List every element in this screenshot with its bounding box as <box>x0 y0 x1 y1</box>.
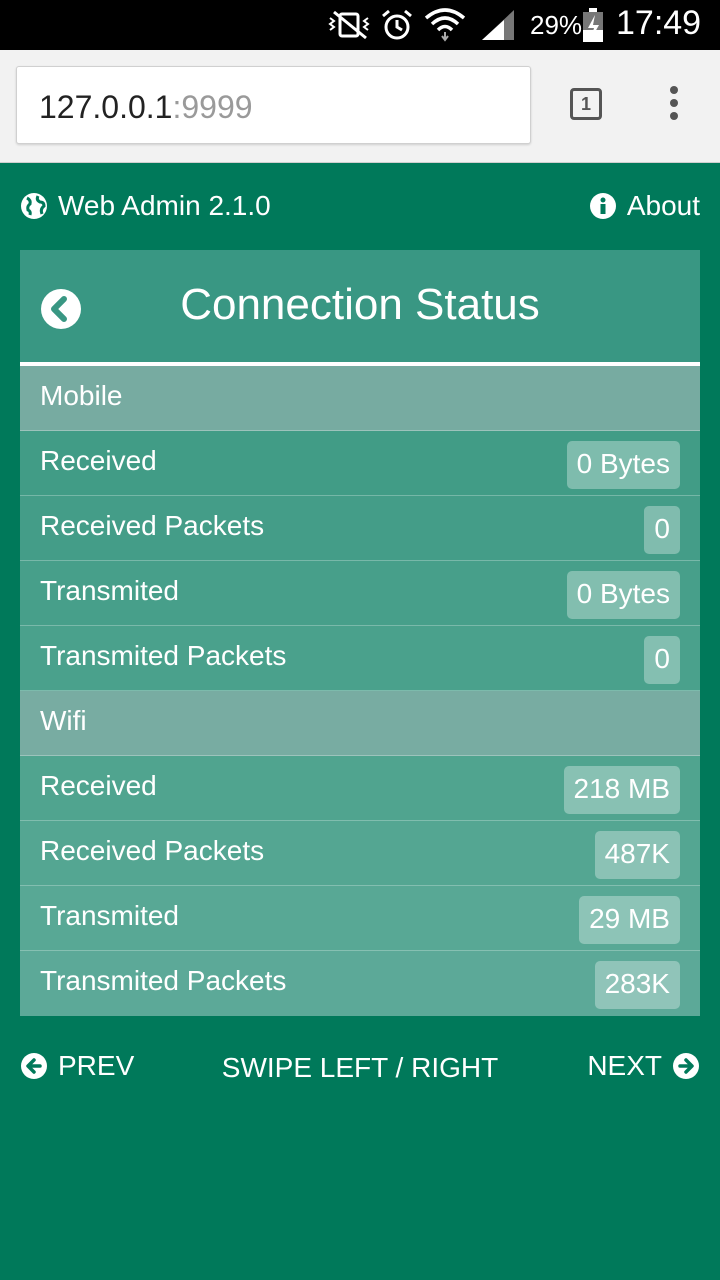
value-badge: 283K <box>594 961 680 1009</box>
value-badge: 0 Bytes <box>566 571 680 619</box>
url-bar[interactable]: 127.0.0.1:9999 <box>16 66 531 144</box>
mute-vibrate-icon <box>328 10 370 40</box>
tab-switcher-button[interactable]: 1 <box>570 88 602 120</box>
list-item: Received 218 MB <box>20 756 700 821</box>
value-badge: 487K <box>594 831 680 879</box>
about-link[interactable]: About <box>589 188 700 224</box>
value-badge: 0 Bytes <box>566 441 680 489</box>
page-title: Connection Status <box>180 280 540 329</box>
battery-charging-icon <box>583 8 603 42</box>
row-label: Received <box>40 770 157 801</box>
browser-toolbar: 127.0.0.1:9999 1 <box>0 50 720 163</box>
list-item: Received 0 Bytes <box>20 431 700 496</box>
section-label: Mobile <box>40 380 123 411</box>
battery-percent: 29% <box>530 10 583 40</box>
row-label: Received Packets <box>40 835 265 866</box>
section-header-mobile: Mobile <box>20 366 700 431</box>
url-port: :9999 <box>172 89 253 125</box>
url-host: 127.0.0.1 <box>39 89 173 125</box>
pager: PREV SWIPE LEFT / RIGHT NEXT <box>0 1046 720 1090</box>
panel-header: Connection Status <box>20 250 700 366</box>
row-label: Received Packets <box>40 510 265 541</box>
row-label: Received <box>40 445 157 476</box>
row-label: Transmited Packets <box>40 640 287 671</box>
value-badge: 218 MB <box>563 766 680 814</box>
list-item: Transmited Packets 0 <box>20 626 700 691</box>
signal-icon <box>482 10 514 40</box>
list-item: Received Packets 487K <box>20 821 700 886</box>
globe-icon <box>21 193 47 219</box>
clock: 17:49 <box>616 4 702 42</box>
url-text: 127.0.0.1:9999 <box>39 89 253 126</box>
list-item: Transmited Packets 283K <box>20 951 700 1016</box>
value-badge: 29 MB <box>579 896 680 944</box>
next-label: NEXT <box>587 1050 662 1081</box>
next-button[interactable]: NEXT <box>587 1050 700 1082</box>
row-label: Transmited <box>40 575 180 606</box>
overflow-menu-icon[interactable] <box>664 86 684 126</box>
value-badge: 0 <box>644 636 680 684</box>
alarm-icon <box>382 9 412 40</box>
section-header-wifi: Wifi <box>20 691 700 756</box>
info-icon <box>589 193 616 219</box>
connection-status-panel: Connection Status Mobile Received 0 Byte… <box>20 250 700 1024</box>
list-item: Transmited 0 Bytes <box>20 561 700 626</box>
arrow-right-circle-icon <box>673 1053 699 1079</box>
list-item: Received Packets 0 <box>20 496 700 561</box>
list-item: Transmited 29 MB <box>20 886 700 951</box>
row-label: Transmited Packets <box>40 965 287 996</box>
wifi-icon <box>424 8 466 42</box>
top-nav: Web Admin 2.1.0 About <box>0 162 720 250</box>
section-label: Wifi <box>40 705 87 736</box>
value-badge: 0 <box>644 506 680 554</box>
row-label: Transmited <box>40 900 180 931</box>
about-label: About <box>626 190 700 221</box>
brand-link[interactable]: Web Admin 2.1.0 <box>20 188 271 224</box>
brand-title: Web Admin 2.1.0 <box>58 190 271 221</box>
status-bar: 29% 17:49 <box>0 0 720 50</box>
